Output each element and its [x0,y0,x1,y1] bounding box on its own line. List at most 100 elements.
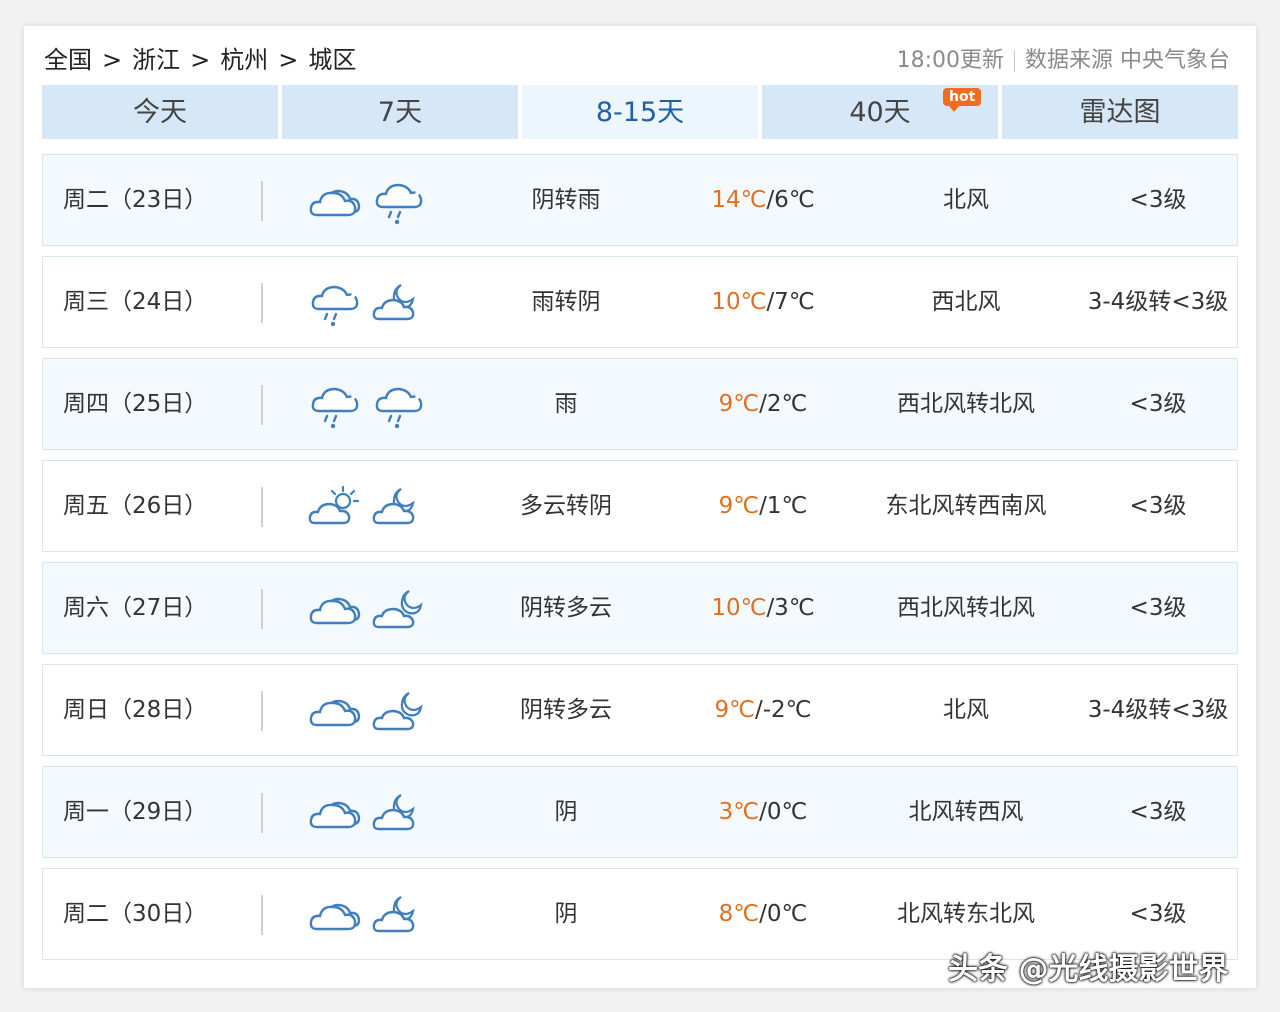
wind-direction: 西北风 [931,289,1001,315]
cloudy-night-icon [372,284,415,321]
weather-description: 多云转阴 [520,493,612,519]
partly-cloudy-day-icon [308,485,360,525]
breadcrumb-district: 城区 [308,46,357,74]
forecast-date: 周二（23日） [63,187,208,213]
low-temp: /7℃ [766,289,815,315]
cloudy-night-icon [372,794,415,831]
weather-description: 阴 [554,901,578,927]
weather-icons [307,687,427,735]
weather-icons [307,381,427,429]
forecast-row: 周四（25日） 雨 9℃/2℃ 西北风转北风 <3级 [42,358,1238,450]
forecast-list: 周二（23日） 阴转雨 14℃/6℃ 北风 <3级 周三（24日） 雨转阴 10… [42,154,1238,970]
forecast-date: 周三（24日） [63,289,208,315]
weather-description: 雨转阴 [531,289,601,315]
temperature: 9℃/2℃ [663,359,863,449]
low-temp: /-2℃ [754,697,812,723]
row-divider [261,385,263,425]
high-temp: 8℃ [718,901,760,927]
weather-icons [307,279,427,327]
low-temp: /2℃ [759,391,808,417]
tab-40-days[interactable]: 40天 hot [762,85,998,139]
cloudy-night-icon [372,896,415,933]
cloudy-icon [309,801,361,829]
rain-icon [311,285,359,327]
high-temp: 9℃ [714,697,755,723]
forecast-row: 周日（28日） 阴转多云 9℃/-2℃ 北风 3-4级转<3级 [42,664,1238,756]
weather-icons [307,177,427,225]
breadcrumb: 全国 > 浙江 > 杭州 > 城区 [44,42,356,78]
row-divider [261,589,263,629]
tab-8-15-days-label: 8-15天 [595,97,685,128]
hot-badge: hot [943,88,982,112]
temperature: 9℃/-2℃ [663,665,863,755]
rain-icon [375,183,423,225]
wind-level: <3级 [1129,391,1187,417]
wind-level: 3-4级转<3级 [1087,697,1229,723]
cloudy-icon [309,903,361,931]
row-divider [261,691,263,731]
breadcrumb-province[interactable]: 浙江 [132,46,180,74]
forecast-date: 周日（28日） [63,697,208,723]
tab-today[interactable]: 今天 [42,85,278,139]
breadcrumb-city[interactable]: 杭州 [220,46,268,74]
row-divider [261,283,263,323]
high-temp: 9℃ [718,391,760,417]
breadcrumb-separator: > [278,46,299,74]
wind-level: <3级 [1129,493,1187,519]
tab-40-days-label: 40天 [849,97,911,128]
high-temp: 10℃ [711,289,767,315]
low-temp: /6℃ [766,187,815,213]
temperature: 9℃/1℃ [663,461,863,551]
weather-description: 阴转多云 [520,595,612,621]
forecast-date: 周五（26日） [63,493,208,519]
tab-7-days-label: 7天 [377,97,423,128]
forecast-date: 周一（29日） [63,799,208,825]
low-temp: /1℃ [759,493,808,519]
high-temp: 10℃ [711,595,767,621]
forecast-row: 周一（29日） 阴 3℃/0℃ 北风转西风 <3级 [42,766,1238,858]
forecast-row: 周三（24日） 雨转阴 10℃/7℃ 西北风 3-4级转<3级 [42,256,1238,348]
tab-radar-label: 雷达图 [1079,97,1161,128]
wind-level: 3-4级转<3级 [1087,289,1229,315]
wind-direction: 北风转西风 [908,799,1024,825]
forecast-date: 周四（25日） [63,391,208,417]
forecast-date: 周二（30日） [63,901,208,927]
tab-radar[interactable]: 雷达图 [1002,85,1238,139]
temperature: 10℃/7℃ [663,257,863,347]
weather-icons [307,483,427,531]
wind-level: <3级 [1129,187,1187,213]
weather-description: 阴转多云 [520,697,612,723]
wind-direction: 东北风转西南风 [885,493,1047,519]
partly-cloudy-night-icon [372,692,423,731]
tab-8-15-days[interactable]: 8-15天 [522,85,758,139]
wind-direction: 北风 [943,697,989,723]
low-temp: /3℃ [766,595,815,621]
temperature: 10℃/3℃ [663,563,863,653]
tab-7-days[interactable]: 7天 [282,85,518,139]
weather-icons [307,789,427,837]
weather-description: 雨 [554,391,578,417]
update-time: 18:00更新 [896,48,1004,73]
rain-icon [311,387,359,429]
weather-description: 阴 [554,799,578,825]
breadcrumb-country[interactable]: 全国 [44,46,92,74]
cloudy-night-icon [372,488,415,525]
weather-icons [307,585,427,633]
forecast-row: 周五（26日） 多云转阴 9℃/1℃ 东北风转西南风 <3级 [42,460,1238,552]
wind-level: <3级 [1129,595,1187,621]
row-divider [261,181,263,221]
temperature: 3℃/0℃ [663,767,863,857]
watermark: 头条 @光线摄影世界 [948,952,1229,987]
wind-direction: 北风 [943,187,989,213]
forecast-row: 周二（23日） 阴转雨 14℃/6℃ 北风 <3级 [42,154,1238,246]
cloudy-icon [309,189,361,217]
high-temp: 14℃ [711,187,767,213]
low-temp: /0℃ [759,799,808,825]
temperature: 14℃/6℃ [663,155,863,245]
forecast-tabs: 今天 7天 8-15天 40天 hot 雷达图 [42,85,1238,139]
row-divider [261,793,263,833]
high-temp: 3℃ [718,799,760,825]
cloudy-icon [309,699,361,727]
forecast-row: 周六（27日） 阴转多云 10℃/3℃ 西北风转北风 <3级 [42,562,1238,654]
breadcrumb-separator: > [190,46,211,74]
